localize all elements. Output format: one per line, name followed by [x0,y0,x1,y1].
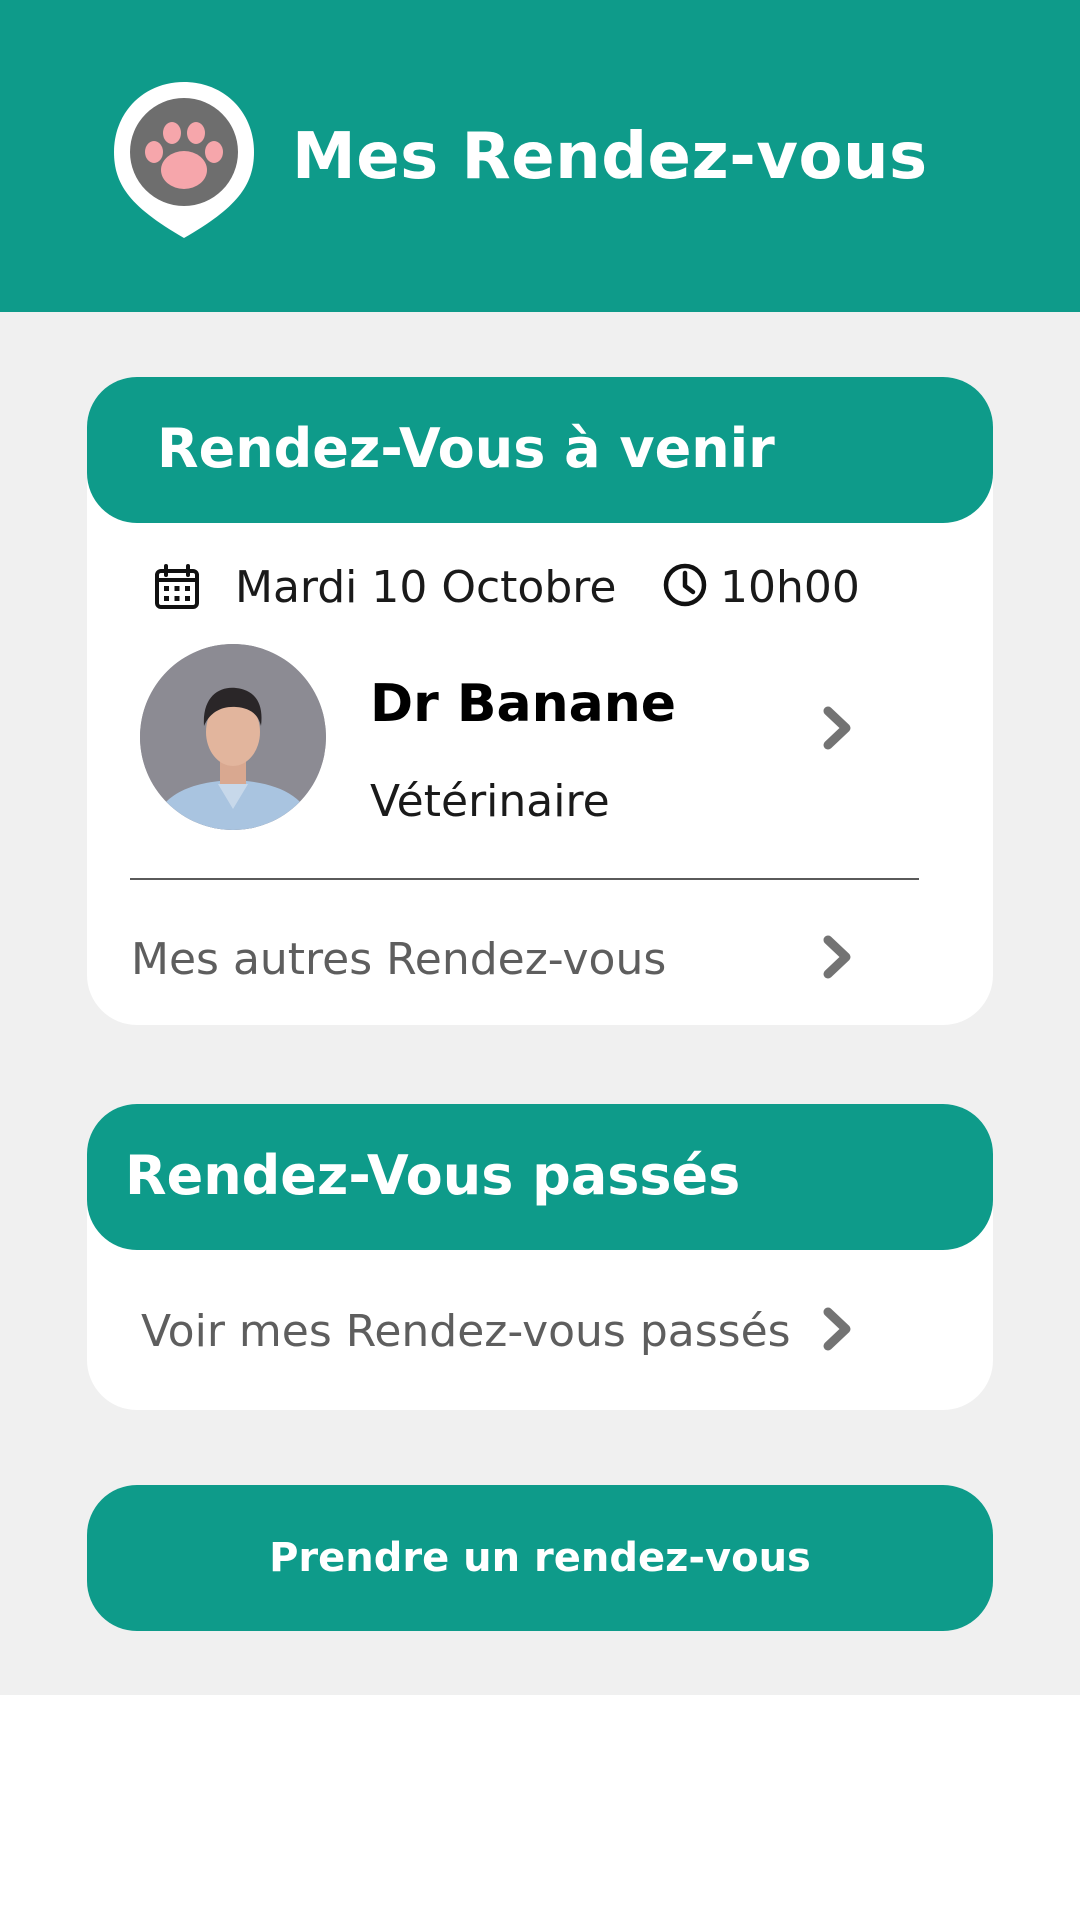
past-section-header: Rendez-Vous passés [87,1104,993,1250]
calendar-icon [155,564,199,609]
clock-icon [663,563,707,607]
past-appointments-link[interactable]: Voir mes Rendez-vous passés [141,1306,791,1357]
doctor-name: Dr Banane [370,674,677,734]
app-header: Mes Rendez-vous [0,0,1080,312]
paw-pin-icon [114,82,254,238]
page-title: Mes Rendez-vous [292,120,928,194]
doctor-details-chevron-icon[interactable] [820,705,854,751]
past-appointments-card: Rendez-Vous passés [87,1104,993,1410]
upcoming-section-header: Rendez-Vous à venir [87,377,993,523]
other-appointments-link[interactable]: Mes autres Rendez-vous [131,934,666,985]
divider [130,878,919,880]
upcoming-section-title: Rendez-Vous à venir [157,417,775,480]
past-appointments-chevron-icon[interactable] [820,1306,854,1352]
book-appointment-button[interactable]: Prendre un rendez-vous [87,1485,993,1631]
doctor-role: Vétérinaire [370,776,610,827]
appointment-time: 10h00 [720,562,860,613]
appointment-date: Mardi 10 Octobre [235,562,617,613]
other-appointments-chevron-icon[interactable] [820,934,854,980]
doctor-avatar [140,644,326,830]
past-section-title: Rendez-Vous passés [125,1144,741,1207]
